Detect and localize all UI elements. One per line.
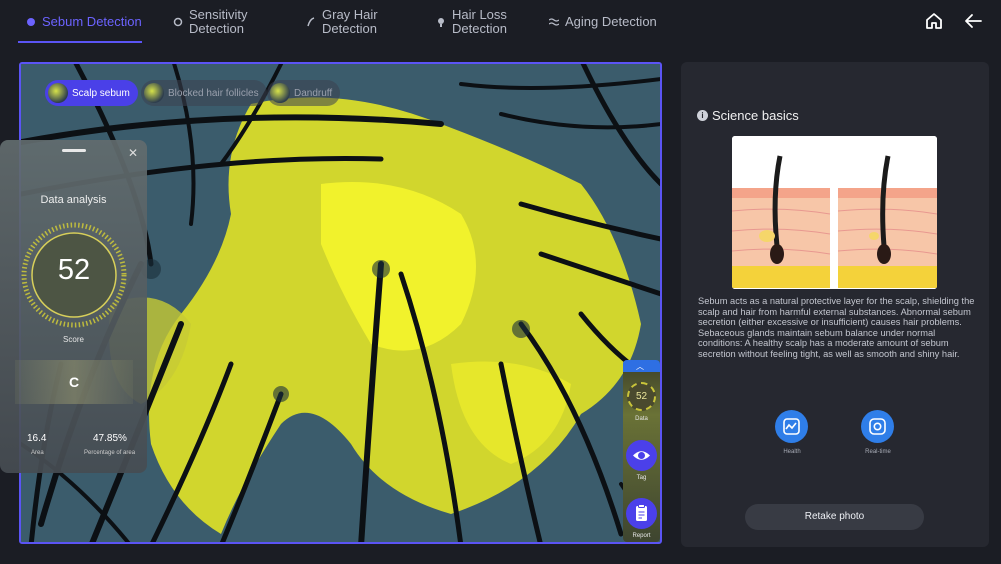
- health-label: Health: [783, 449, 801, 455]
- tab-hair-loss-detection[interactable]: Hair Loss Detection: [436, 6, 507, 38]
- grade-value: C: [68, 374, 80, 390]
- sebum-icon: [27, 18, 35, 26]
- chip-thumbnail: [270, 83, 290, 103]
- back-arrow-icon[interactable]: [962, 10, 984, 32]
- tab-label: Aging Detection: [565, 14, 657, 29]
- science-title-text: Science basics: [712, 108, 799, 123]
- follicle-illustration: [732, 136, 937, 289]
- chip-blocked-hair-follicles[interactable]: Blocked hair follicles: [141, 80, 267, 106]
- percentage-label: Percentage of area: [84, 450, 136, 456]
- tab-gray-hair-detection[interactable]: Gray Hair Detection: [306, 6, 378, 38]
- retake-photo-button[interactable]: Retake photo: [745, 504, 924, 530]
- tab-aging-detection[interactable]: Aging Detection: [549, 6, 657, 38]
- score-gauge: 52: [21, 222, 127, 328]
- tag-button[interactable]: [626, 440, 657, 471]
- science-title: i Science basics: [697, 108, 799, 123]
- eye-icon: [633, 451, 650, 460]
- chip-scalp-sebum[interactable]: Scalp sebum: [45, 80, 138, 106]
- grade-box: C: [15, 360, 133, 404]
- data-label: Data: [635, 416, 648, 422]
- area-label: Area: [31, 450, 44, 456]
- close-icon[interactable]: ✕: [128, 146, 138, 160]
- health-chart-icon: [783, 418, 800, 435]
- home-icon[interactable]: [923, 10, 945, 32]
- tab-label: Gray Hair Detection: [322, 7, 378, 36]
- realtime-label: Real-time: [865, 449, 891, 455]
- tab-sensitivity-detection[interactable]: Sensitivity Detection: [173, 6, 248, 38]
- chip-label: Blocked hair follicles: [168, 87, 259, 99]
- active-tab-indicator: [18, 41, 142, 43]
- chip-thumbnail: [48, 83, 68, 103]
- score-label: Score: [63, 335, 84, 344]
- realtime-camera-icon: [869, 418, 886, 435]
- info-icon: i: [697, 110, 708, 121]
- data-analysis-card: ✕ Data analysis 52 Score C 16.4 Area 47.…: [0, 140, 147, 473]
- report-button[interactable]: [626, 498, 657, 529]
- tab-label: Sebum Detection: [42, 14, 142, 29]
- tab-sebum-detection[interactable]: Sebum Detection: [26, 6, 142, 38]
- tab-label: Hair Loss Detection: [452, 7, 507, 36]
- report-label: Report: [632, 533, 651, 539]
- clipboard-icon: [636, 504, 647, 521]
- data-button[interactable]: 52: [627, 382, 656, 411]
- chip-thumbnail: [144, 83, 164, 103]
- top-navigation: Sebum Detection Sensitivity Detection Gra…: [0, 0, 1001, 44]
- chip-label: Dandruff: [294, 87, 333, 99]
- science-panel: i Science basics Sebum acts as a natural…: [681, 62, 989, 547]
- drag-handle[interactable]: [62, 149, 86, 152]
- chip-dandruff[interactable]: Dandruff: [267, 80, 341, 106]
- mini-score: 52: [635, 391, 648, 402]
- tag-label: Tag: [636, 475, 647, 481]
- data-analysis-title: Data analysis: [40, 194, 107, 206]
- area-value: 16.4: [27, 433, 47, 444]
- chip-label: Scalp sebum: [72, 87, 130, 99]
- science-description: Sebum acts as a natural protective layer…: [698, 296, 975, 359]
- gray-hair-icon: [307, 17, 315, 27]
- chevron-up-icon: ︿: [636, 362, 644, 371]
- realtime-button[interactable]: [861, 410, 894, 443]
- mini-toolbar: ︿ 52 Data Tag Report: [623, 360, 660, 542]
- tab-label: Sensitivity Detection: [189, 7, 248, 36]
- hair-loss-icon: [438, 18, 444, 27]
- aging-icon: [549, 18, 559, 26]
- health-button[interactable]: [775, 410, 808, 443]
- score-value: 52: [57, 254, 91, 286]
- sensitivity-icon: [173, 17, 183, 27]
- hair-follicle-diagram: [732, 136, 937, 289]
- percentage-value: 47.85%: [93, 433, 127, 444]
- collapse-button[interactable]: ︿: [623, 360, 660, 372]
